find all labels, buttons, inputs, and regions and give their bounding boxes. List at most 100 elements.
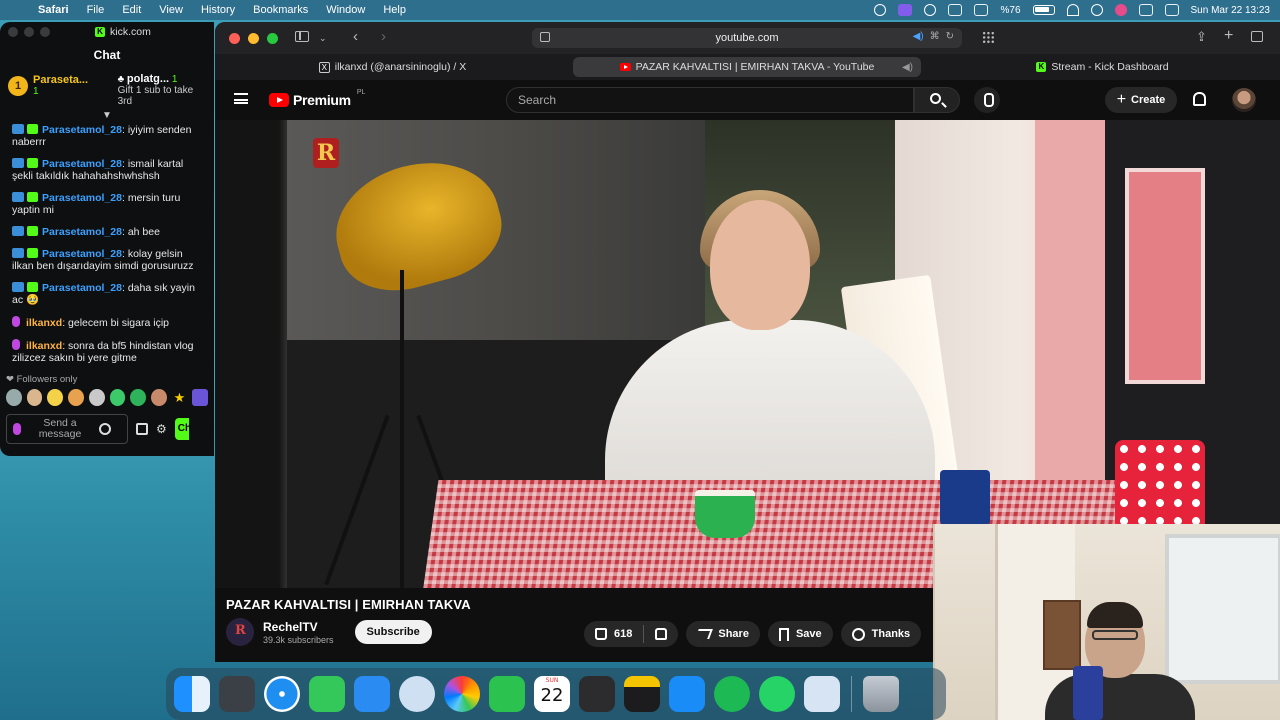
subscribe-button[interactable]: Subscribe [354,620,432,644]
chat-username[interactable]: Parasetamol_28 [42,192,122,204]
play-icon[interactable] [924,4,937,16]
emote-icon[interactable] [68,389,84,406]
photos-icon[interactable] [444,676,480,712]
chat-username[interactable]: Parasetamol_28 [42,282,122,294]
chat-username[interactable]: Parasetamol_28 [42,124,122,136]
screen-share-icon[interactable] [898,4,913,16]
menu-history[interactable]: History [201,4,235,16]
emote-icon[interactable] [150,389,167,406]
audio-icon[interactable]: ◀) [913,31,924,42]
battery-icon[interactable] [1032,5,1055,15]
clock[interactable]: Sun Mar 22 13:23 [1191,5,1271,16]
trash-icon[interactable] [863,676,899,712]
zoom-button[interactable] [267,32,278,44]
emote-icon[interactable] [6,389,22,406]
tab-overview-icon[interactable] [1251,31,1263,42]
chat-username[interactable]: Parasetamol_28 [42,158,122,170]
tab-kick-dashboard[interactable]: K Stream - Kick Dashboard [925,57,1280,77]
share-button[interactable]: Share [686,621,760,647]
chat-username[interactable]: Parasetamol_28 [42,226,122,238]
sidebar-icon[interactable] [295,31,309,45]
emote-icon[interactable] [192,389,209,406]
reload-icon[interactable]: ↻ [946,31,954,42]
star-emote-icon[interactable]: ★ [172,389,188,406]
vpn-icon[interactable] [948,4,963,16]
user-icon[interactable] [874,4,887,16]
minimize-button[interactable] [248,32,259,44]
emote-icon[interactable] [109,389,126,406]
speaker-icon[interactable]: ◀) [902,62,913,73]
tab-x[interactable]: X ilkanxd (@anarsininoglu) / X [215,57,570,77]
emote-icon[interactable] [88,389,105,406]
forward-icon[interactable]: › [381,28,386,45]
translate-icon[interactable]: ⌘ [930,31,940,42]
toggle-icon[interactable] [1164,4,1179,16]
back-icon[interactable]: ‹ [353,28,358,45]
search-button[interactable] [914,87,960,113]
chat-message[interactable]: Parasetamol_28: ismail kartal şekli takı… [12,158,204,182]
like-count[interactable]: 618 [614,628,632,640]
close-button[interactable] [229,32,240,44]
spotify-icon[interactable] [714,676,750,712]
preview-icon[interactable] [804,676,840,712]
youtube-premium-logo[interactable]: Premium PL [269,89,365,108]
facetime-icon[interactable] [489,676,525,712]
chat-message[interactable]: ilkanxd: gelecem bi sigara içip [12,316,204,329]
display-icon[interactable] [974,4,989,16]
chat-message[interactable]: Parasetamol_28: mersin turu yaptin mi [12,192,204,216]
profile-icon[interactable] [1114,4,1127,16]
menu-icon[interactable] [234,93,248,104]
emote-icon[interactable] [130,389,146,406]
gift-box-icon[interactable] [136,423,148,435]
like-icon[interactable] [595,628,607,640]
notes-icon[interactable] [624,676,660,712]
chat-username[interactable]: ilkanxd [26,340,62,352]
instruments-icon[interactable] [399,676,435,712]
avatar[interactable] [1232,88,1256,112]
chevron-down-icon[interactable]: ⌄ [319,33,327,44]
chat-message[interactable]: ilkanxd: sonra da bf5 hindistan vlog zil… [12,339,204,364]
app-store-icon[interactable] [669,676,705,712]
search-input[interactable]: Search [506,87,914,113]
chat-message-list[interactable]: Parasetamol_28: iyiyim senden naberrr Par… [0,122,214,364]
share-icon[interactable]: ⇪ [1196,29,1207,45]
send-message-input[interactable]: Send a message [6,414,128,444]
leader-second[interactable]: ♣ polatg... 1 Gift 1 sub to take 3rd [118,74,206,108]
tab-youtube[interactable]: PAZAR KAHVALTISI | EMIRHAN TAKVA - YouTu… [573,57,921,77]
whatsapp-icon[interactable] [759,676,795,712]
wifi-icon[interactable] [1066,4,1079,16]
mail-icon[interactable] [354,676,390,712]
emote-icon[interactable] [26,389,43,406]
chat-message[interactable]: Parasetamol_28: daha sık yayin ac 🥹 [12,282,204,306]
video-player[interactable]: R [215,120,1280,588]
chat-username[interactable]: Parasetamol_28 [42,248,122,260]
chat-message[interactable]: Parasetamol_28: iyiyim senden naberrr [12,124,204,148]
collapse-chevron-icon[interactable]: ▼ [0,110,214,122]
voice-search-button[interactable] [974,87,1000,113]
menu-edit[interactable]: Edit [122,4,141,16]
close-button[interactable] [8,27,18,37]
create-button[interactable]: + Create [1105,87,1177,113]
channel-name[interactable]: RechelTV [263,620,334,634]
safari-icon[interactable] [264,676,300,712]
extensions-grid-icon[interactable] [982,31,995,44]
menu-window[interactable]: Window [326,4,365,16]
gear-icon[interactable]: ⚙ [156,422,167,436]
menu-file[interactable]: File [87,4,105,16]
address-bar[interactable]: youtube.com ◀) ⌘ ↻ [532,28,962,48]
calendar-icon[interactable]: 22 [534,676,570,712]
chat-button[interactable]: Ch [174,418,191,440]
chat-message[interactable]: Parasetamol_28: kolay gelsin ilkan ben d… [12,248,204,272]
messages-icon[interactable] [309,676,345,712]
chat-username[interactable]: ilkanxd [26,317,62,329]
thanks-button[interactable]: Thanks [840,621,922,647]
save-button[interactable]: Save [767,621,833,647]
apple-icon[interactable] [14,3,28,17]
menu-bookmarks[interactable]: Bookmarks [253,4,308,16]
new-tab-icon[interactable]: + [1224,27,1233,45]
launchpad-icon[interactable] [219,676,255,712]
dislike-icon[interactable] [655,628,668,640]
zoom-button[interactable] [40,27,50,37]
chat-message[interactable]: Parasetamol_28: ah bee [12,226,204,238]
reminders-icon[interactable] [579,676,615,712]
